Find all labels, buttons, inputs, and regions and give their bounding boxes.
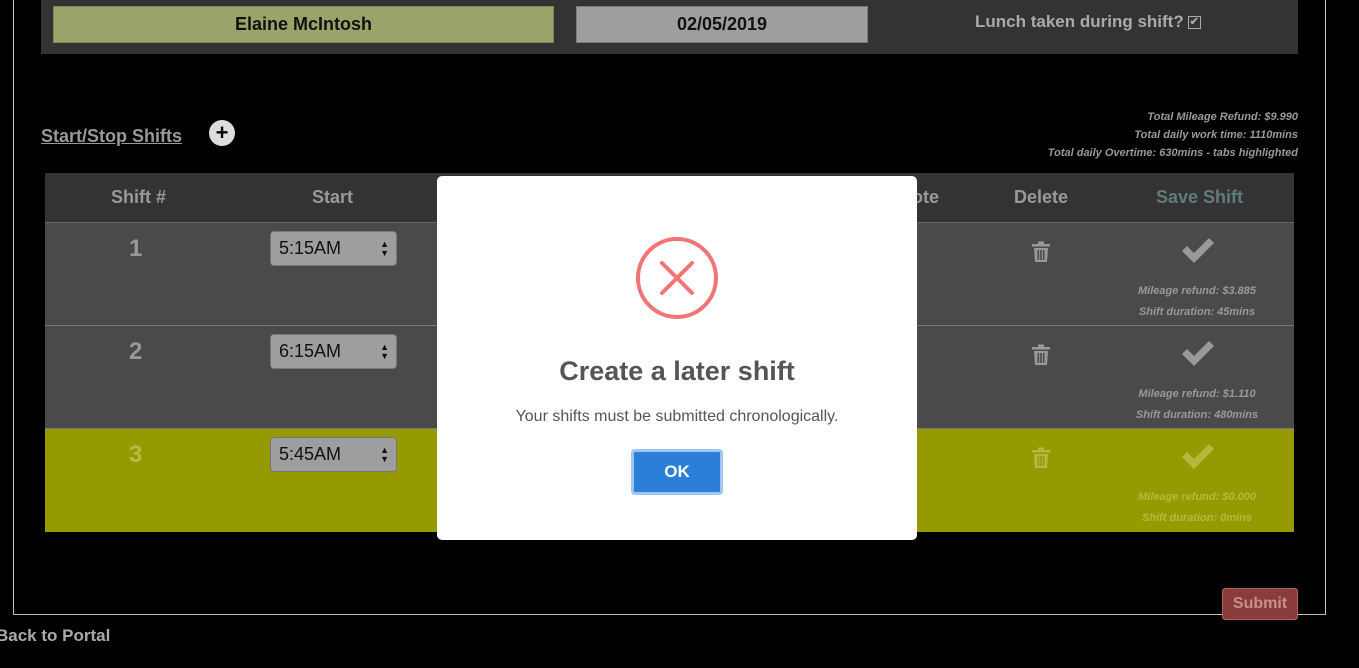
lunch-checkbox-group[interactable]: Lunch taken during shift? ✔ [975, 12, 1201, 32]
save-check-icon[interactable] [1180, 235, 1216, 265]
select-arrows-icon: ▲ ▼ [380, 342, 389, 361]
mileage-refund: Mileage refund: $3.885 [1138, 285, 1256, 297]
modal-message: Your shifts must be submitted chronologi… [515, 408, 839, 425]
shift-duration: Shift duration: 0mins [1142, 512, 1252, 524]
total-mileage: Total Mileage Refund: $9.990 [1147, 111, 1298, 123]
date-field[interactable]: 02/05/2019 [576, 6, 868, 43]
header-start: Start [312, 187, 354, 207]
start-time-value: 5:45AM [279, 444, 342, 464]
submit-button[interactable]: Submit [1222, 588, 1298, 620]
start-time-select[interactable]: 6:15AM ▲ ▼ [270, 334, 397, 369]
save-check-icon[interactable] [1180, 338, 1216, 368]
shift-number: 1 [129, 235, 143, 262]
trash-icon[interactable] [1031, 344, 1051, 366]
shift-number: 3 [129, 441, 143, 468]
back-to-portal-link[interactable]: Back to Portal [0, 626, 110, 646]
trash-icon[interactable] [1031, 241, 1051, 263]
start-time-value: 5:15AM [279, 238, 342, 258]
total-work-time: Total daily work time: 1110mins [1134, 129, 1298, 141]
select-arrows-icon: ▲ ▼ [380, 445, 389, 464]
shift-meta: Mileage refund: $0.000 Shift duration: 0… [1105, 487, 1289, 529]
shift-duration: Shift duration: 45mins [1138, 306, 1256, 318]
modal-title: Create a later shift [559, 356, 795, 386]
header-save-shift: Save Shift [1156, 187, 1244, 207]
lunch-label: Lunch taken during shift? [975, 12, 1184, 31]
add-shift-icon[interactable]: + [209, 120, 235, 146]
shift-meta: Mileage refund: $3.885 Shift duration: 4… [1105, 281, 1289, 323]
totals-summary: Total Mileage Refund: $9.990 Total daily… [1048, 108, 1298, 162]
shift-meta: Mileage refund: $1.110 Shift duration: 4… [1105, 384, 1289, 426]
mileage-refund: Mileage refund: $1.110 [1138, 388, 1256, 400]
ok-button[interactable]: OK [631, 449, 723, 495]
alert-modal: Create a later shift Your shifts must be… [437, 176, 917, 540]
start-time-select[interactable]: 5:15AM ▲ ▼ [270, 231, 397, 266]
lunch-checkbox[interactable]: ✔ [1187, 15, 1201, 29]
header-shift-number: Shift # [111, 187, 167, 207]
total-overtime: Total daily Overtime: 630mins - tabs hig… [1047, 147, 1298, 159]
trash-icon[interactable] [1031, 447, 1051, 469]
mileage-refund: Mileage refund: $0.000 [1138, 491, 1256, 503]
section-title[interactable]: Start/Stop Shifts [41, 126, 182, 147]
select-arrows-icon: ▲ ▼ [380, 239, 389, 258]
shift-duration: Shift duration: 480mins [1135, 409, 1259, 421]
start-time-value: 6:15AM [279, 341, 342, 361]
employee-name-field[interactable]: Elaine McIntosh [53, 6, 554, 43]
save-check-icon[interactable] [1180, 441, 1216, 471]
header-delete: Delete [1014, 187, 1069, 207]
error-x-icon [636, 237, 718, 319]
shift-number: 2 [129, 338, 143, 365]
start-time-select[interactable]: 5:45AM ▲ ▼ [270, 437, 397, 472]
